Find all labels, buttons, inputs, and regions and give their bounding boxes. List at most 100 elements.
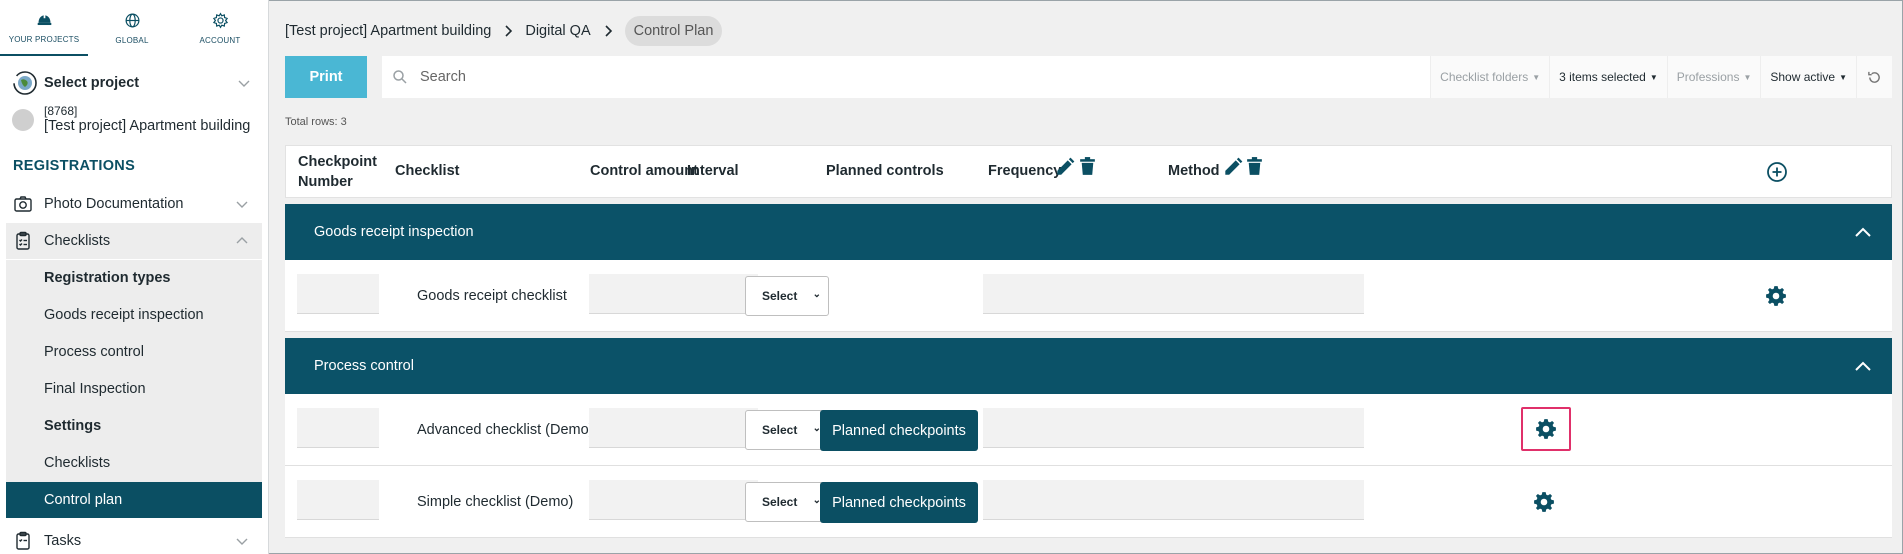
chevron-down-icon: ⌄	[812, 289, 821, 300]
search-input[interactable]	[420, 69, 1420, 85]
sidebar-item-checklists[interactable]: Checklists	[6, 223, 262, 259]
gear-icon	[212, 12, 228, 28]
filter-label: Show active	[1770, 70, 1836, 84]
gear-icon	[1536, 419, 1556, 439]
select-value: Select	[762, 495, 798, 509]
tab-your-projects[interactable]: YOUR PROJECTS	[0, 0, 88, 56]
filter-label: Professions	[1676, 70, 1740, 84]
frequency-input[interactable]	[983, 480, 1183, 520]
checklist-name: Simple checklist (Demo)	[417, 494, 574, 510]
pencil-icon[interactable]	[1054, 156, 1076, 178]
planned-checkpoints-button[interactable]: Planned checkpoints	[820, 410, 978, 451]
header-control-amount: Control amount	[590, 163, 698, 179]
sidebar-item-goods-receipt-inspection[interactable]: Goods receipt inspection	[6, 297, 262, 333]
checkpoint-number-input[interactable]	[297, 408, 379, 448]
tab-label: YOUR PROJECTS	[8, 34, 80, 44]
sidebar-item-control-plan[interactable]: Control plan	[6, 482, 262, 518]
row-settings-button-highlighted[interactable]	[1521, 407, 1571, 451]
interval-select[interactable]: Select ⌄	[745, 410, 829, 450]
trash-icon[interactable]	[1077, 155, 1098, 177]
table-row: Simple checklist (Demo) Select ⌄ Planned …	[285, 466, 1892, 538]
items-selected-filter[interactable]: 3 items selected ▼	[1549, 56, 1667, 98]
project-selector[interactable]: Select project	[12, 70, 252, 96]
group-header-process-control[interactable]: Process control	[285, 338, 1892, 394]
reset-icon	[1868, 71, 1880, 83]
sidebar-item-photo-documentation[interactable]: Photo Documentation	[6, 186, 262, 222]
group-header-goods-receipt[interactable]: Goods receipt inspection	[285, 204, 1892, 260]
trash-icon[interactable]	[1244, 155, 1265, 177]
reset-button[interactable]	[1856, 56, 1892, 98]
select-value: Select	[762, 423, 798, 437]
gear-icon	[1534, 492, 1554, 512]
sidebar-item-label: Photo Documentation	[44, 196, 184, 212]
professions-filter[interactable]: Professions ▼	[1666, 56, 1761, 98]
sidebar-item-process-control[interactable]: Process control	[6, 334, 262, 370]
table-row: Advanced checklist (Demo) Select ⌄ Planne…	[285, 394, 1892, 466]
checkpoint-number-input[interactable]	[297, 480, 379, 520]
sidebar-item-final-inspection[interactable]: Final Inspection	[6, 371, 262, 407]
row-settings-button[interactable]	[1763, 283, 1789, 309]
method-input[interactable]	[1164, 408, 1364, 448]
table-row: Goods receipt checklist Select ⌄	[285, 260, 1892, 332]
project-globe-icon	[13, 71, 37, 95]
interval-select[interactable]: Select ⌄	[745, 482, 829, 522]
section-heading-registrations: REGISTRATIONS	[13, 158, 136, 174]
control-amount-input[interactable]	[589, 274, 691, 314]
search-box[interactable]	[382, 56, 1431, 98]
sidebar-item-label: Tasks	[44, 533, 82, 549]
method-input[interactable]	[1164, 480, 1364, 520]
show-active-filter[interactable]: Show active ▼	[1760, 56, 1856, 98]
clipboard-icon	[16, 531, 30, 550]
header-line: Checkpoint	[298, 154, 377, 170]
group-title: Process control	[314, 358, 414, 374]
tab-global[interactable]: GLOBAL	[88, 0, 176, 56]
checklist-folders-filter[interactable]: Checklist folders ▼	[1430, 56, 1550, 98]
header-frequency: Frequency	[988, 163, 1062, 179]
chevron-up-icon[interactable]	[1854, 357, 1872, 375]
method-input[interactable]	[1164, 274, 1364, 314]
header-planned-controls: Planned controls	[826, 163, 944, 179]
chevron-down-icon[interactable]	[234, 196, 250, 212]
add-circle-icon[interactable]	[1766, 161, 1788, 183]
print-button[interactable]: Print	[285, 56, 367, 98]
tab-label: GLOBAL	[115, 35, 149, 45]
top-nav: YOUR PROJECTS GLOBAL ACCOUNT	[0, 0, 268, 56]
sidebar-item-checklist-settings[interactable]: Checklists	[6, 445, 262, 481]
select-project-label: Select project	[44, 75, 140, 91]
toolbar: Print Checklist folders▼ 3 items selecte…	[285, 56, 1892, 98]
checkpoint-number-input[interactable]	[297, 274, 379, 314]
project-code: [8768]	[44, 104, 78, 118]
breadcrumb-project[interactable]: [Test project] Apartment building	[285, 23, 491, 39]
hardhat-icon	[37, 13, 51, 25]
header-checklist: Checklist	[395, 163, 460, 179]
chevron-right-icon	[505, 25, 513, 37]
chevron-up-icon[interactable]	[234, 233, 250, 249]
frequency-input[interactable]	[983, 408, 1183, 448]
row-settings-button[interactable]	[1531, 489, 1557, 515]
chevron-down-icon[interactable]	[234, 533, 250, 549]
camera-icon	[14, 196, 32, 212]
filter-label: 3 items selected	[1559, 70, 1646, 84]
filter-label: Checklist folders	[1440, 70, 1529, 84]
interval-select[interactable]: Select ⌄	[745, 276, 829, 316]
table-header: Checkpoint Number Checklist Control amou…	[285, 145, 1892, 198]
control-amount-input[interactable]	[589, 408, 691, 448]
header-checkpoint-number: Checkpoint Number	[298, 152, 377, 192]
frequency-input[interactable]	[983, 274, 1183, 314]
breadcrumb: [Test project] Apartment building Digita…	[285, 15, 723, 47]
planned-checkpoints-button[interactable]: Planned checkpoints	[820, 482, 978, 523]
pencil-icon[interactable]	[1222, 156, 1244, 178]
chevron-down-icon[interactable]	[236, 75, 252, 91]
total-rows: Total rows: 3	[285, 116, 347, 128]
control-amount-input[interactable]	[589, 480, 691, 520]
chevron-up-icon[interactable]	[1854, 223, 1872, 241]
tab-account[interactable]: ACCOUNT	[176, 0, 264, 56]
clipboard-icon	[16, 231, 30, 250]
sidebar-item-tasks[interactable]: Tasks	[6, 523, 262, 554]
breadcrumb-current: Control Plan	[624, 16, 723, 46]
group-title: Goods receipt inspection	[314, 224, 474, 240]
control-plan-table: Checkpoint Number Checklist Control amou…	[285, 145, 1892, 538]
breadcrumb-digital-qa[interactable]: Digital QA	[525, 23, 590, 39]
sidebar-heading-settings: Settings	[44, 418, 102, 434]
caret-down-icon: ▼	[1649, 72, 1658, 82]
